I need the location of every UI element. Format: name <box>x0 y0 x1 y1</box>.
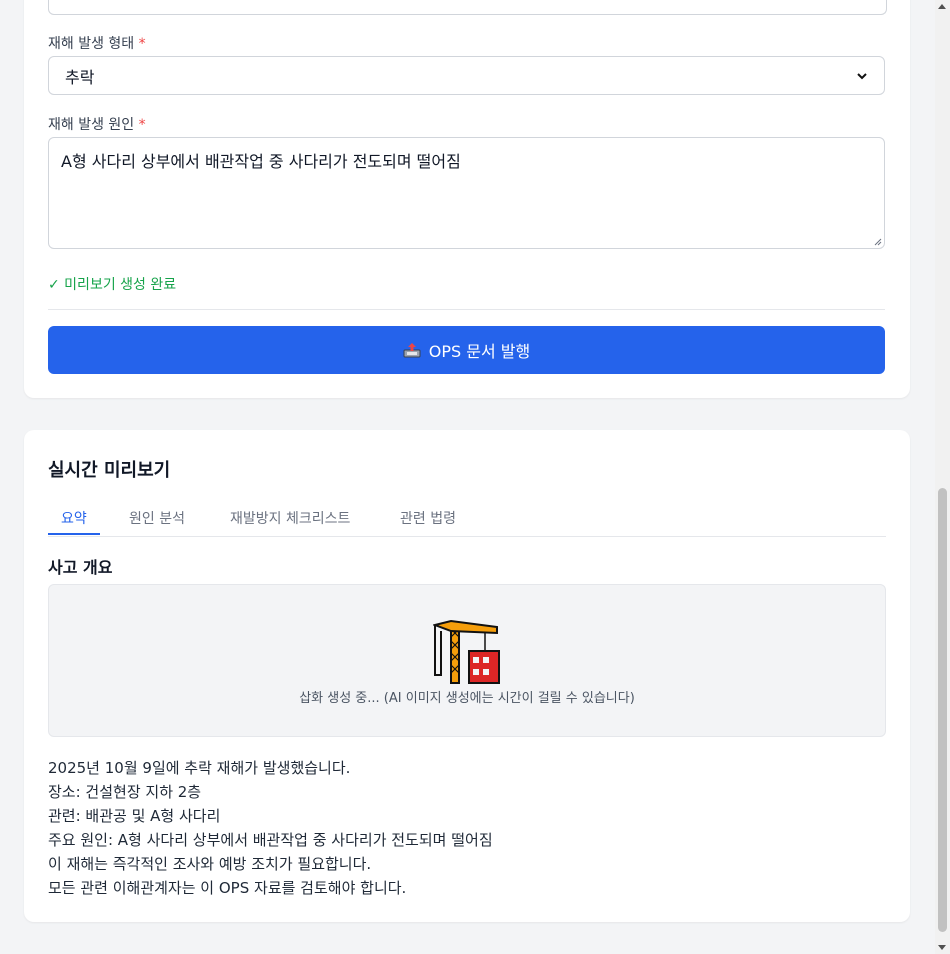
preview-tabs: 요약 원인 분석 재발방지 체크리스트 관련 법령 <box>48 504 886 537</box>
scroll-down-icon[interactable] <box>938 945 946 950</box>
disaster-type-select[interactable]: 추락 <box>48 56 885 95</box>
disaster-type-label: 재해 발생 형태 * <box>48 36 146 52</box>
summary-line: 관련: 배관공 및 A형 사다리 <box>48 807 221 825</box>
preview-title: 실시간 미리보기 <box>48 460 171 481</box>
tab-summary[interactable]: 요약 <box>61 508 87 528</box>
preview-status: ✓ 미리보기 생성 완료 <box>48 277 177 293</box>
summary-line: 2025년 10월 9일에 추락 재해가 발생했습니다. <box>48 759 351 777</box>
tab-related-laws[interactable]: 관련 법령 <box>400 508 456 528</box>
publish-ops-button[interactable]: OPS 문서 발행 <box>48 326 885 374</box>
incident-summary: 2025년 10월 9일에 추락 재해가 발생했습니다. 장소: 건설현장 지하… <box>48 756 886 900</box>
construction-crane-icon <box>433 619 500 684</box>
scrollbar-thumb[interactable] <box>938 488 947 932</box>
summary-line: 모든 관련 이해관계자는 이 OPS 자료를 검토해야 합니다. <box>48 879 407 897</box>
active-tab-indicator <box>48 533 100 535</box>
previous-field-input[interactable] <box>48 0 887 15</box>
overview-title: 사고 개요 <box>48 558 113 577</box>
required-mark: * <box>138 117 146 133</box>
resize-grip-icon[interactable] <box>872 236 882 246</box>
disaster-cause-textarea[interactable]: A형 사다리 상부에서 배관작업 중 사다리가 전도되며 떨어짐 <box>48 137 885 249</box>
summary-line: 장소: 건설현장 지하 2층 <box>48 783 202 801</box>
tab-prevention-checklist[interactable]: 재발방지 체크리스트 <box>230 508 350 528</box>
chevron-down-icon <box>857 72 867 79</box>
required-mark: * <box>138 36 146 52</box>
page-scrollbar[interactable] <box>935 0 950 954</box>
scroll-up-icon[interactable] <box>938 4 946 9</box>
incident-form-card: 재해 발생 형태 * 추락 재해 발생 원인 * A형 사다리 상부에서 배관작… <box>24 0 910 398</box>
illustration-caption: 삽화 생성 중... (AI 이미지 생성에는 시간이 걸릴 수 있습니다) <box>299 691 635 706</box>
summary-line: 주요 원인: A형 사다리 상부에서 배관작업 중 사다리가 전도되며 떨어짐 <box>48 831 493 849</box>
divider <box>48 309 885 310</box>
illustration-placeholder: 삽화 생성 중... (AI 이미지 생성에는 시간이 걸릴 수 있습니다) <box>48 584 886 737</box>
outbox-tray-icon <box>403 343 421 358</box>
preview-card: 실시간 미리보기 요약 원인 분석 재발방지 체크리스트 관련 법령 사고 개요… <box>24 430 910 922</box>
tab-cause-analysis[interactable]: 원인 분석 <box>129 508 185 528</box>
disaster-cause-value: A형 사다리 상부에서 배관작업 중 사다리가 전도되며 떨어짐 <box>61 152 461 171</box>
publish-button-label: OPS 문서 발행 <box>428 342 531 361</box>
disaster-type-value: 추락 <box>65 67 95 87</box>
disaster-cause-label: 재해 발생 원인 * <box>48 117 146 133</box>
summary-line: 이 재해는 즉각적인 조사와 예방 조치가 필요합니다. <box>48 855 372 873</box>
